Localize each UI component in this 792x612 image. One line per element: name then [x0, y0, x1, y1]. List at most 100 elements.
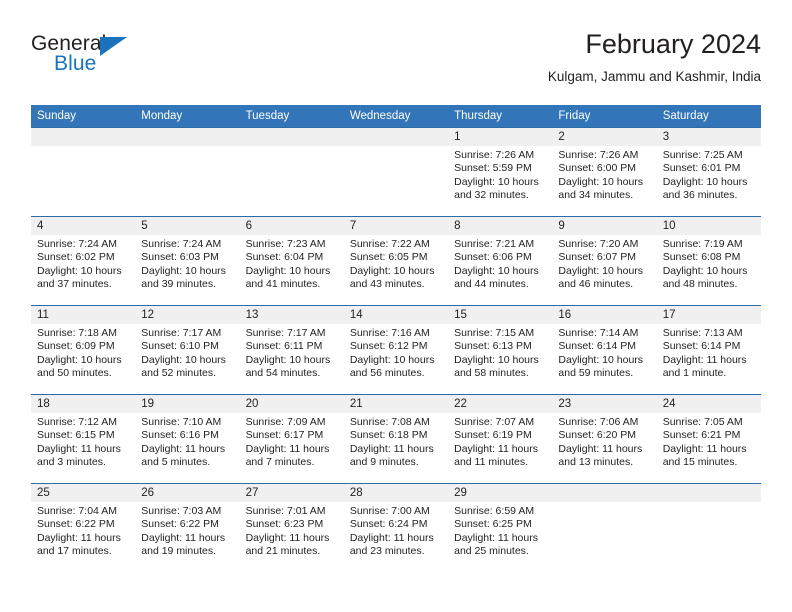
calendar-day-cell[interactable]: 16 Sunrise: 7:14 AM Sunset: 6:14 PM Dayligh…: [552, 305, 657, 395]
day-info-line: and 37 minutes.: [37, 278, 112, 291]
calendar-empty-cell: [31, 127, 136, 217]
day-info-line: Sunrise: 7:22 AM: [349, 238, 430, 250]
calendar-day-cell[interactable]: 25 Sunrise: 7:04 AM Sunset: 6:22 PM Dayligh…: [31, 483, 136, 572]
calendar-day-cell[interactable]: 15 Sunrise: 7:15 AM Sunset: 6:13 PM Dayligh…: [448, 305, 553, 395]
calendar-day-cell[interactable]: 12 Sunrise: 7:17 AM Sunset: 6:10 PM Dayligh…: [135, 305, 240, 395]
day-info-line: and 50 minutes.: [37, 367, 112, 380]
calendar-day-cell[interactable]: 22 Sunrise: 7:07 AM Sunset: 6:19 PM Dayligh…: [448, 394, 553, 484]
day-cell-inner: 19 Sunrise: 7:10 AM Sunset: 6:16 PM Dayligh…: [135, 395, 240, 483]
day-cell-inner: 21 Sunrise: 7:08 AM Sunset: 6:18 PM Dayligh…: [343, 395, 449, 483]
day-sun-info: Sunrise: 7:01 AM Sunset: 6:23 PM Daylight:…: [240, 502, 344, 559]
day-info-line: Sunset: 6:19 PM: [454, 429, 532, 442]
weekday-header-friday: Friday: [552, 105, 657, 128]
calendar-day-cell[interactable]: 11 Sunrise: 7:18 AM Sunset: 6:09 PM Dayligh…: [31, 305, 136, 395]
calendar-week-row: 4 Sunrise: 7:24 AM Sunset: 6:02 PM Daylight…: [31, 216, 761, 306]
day-cell-inner: [656, 484, 761, 572]
day-info-line: Sunrise: 7:26 AM: [454, 149, 535, 161]
day-info-line: Daylight: 10 hours: [37, 353, 122, 366]
day-info-line: Sunset: 6:11 PM: [245, 340, 323, 353]
day-number: 20: [239, 395, 344, 413]
day-info-line: Sunset: 6:21 PM: [662, 429, 741, 442]
day-sun-info: Sunrise: 7:26 AM Sunset: 6:00 PM Daylight:…: [552, 146, 656, 203]
day-info-line: Sunrise: 7:17 AM: [141, 327, 222, 339]
calendar-day-cell[interactable]: 24 Sunrise: 7:05 AM Sunset: 6:21 PM Dayligh…: [656, 394, 761, 484]
day-info-line: Sunset: 6:22 PM: [141, 518, 219, 531]
calendar-day-cell[interactable]: 17 Sunrise: 7:13 AM Sunset: 6:14 PM Dayligh…: [656, 305, 761, 395]
day-number: 10: [656, 217, 761, 235]
day-info-line: Sunset: 6:10 PM: [141, 340, 219, 353]
day-info-line: and 13 minutes.: [558, 456, 634, 469]
day-info-line: Daylight: 10 hours: [141, 353, 226, 366]
day-number: 4: [31, 217, 136, 235]
day-number: 16: [552, 306, 657, 324]
weekday-header-wednesday: Wednesday: [343, 105, 449, 128]
day-number: 29: [448, 484, 553, 502]
day-info-line: Sunset: 6:13 PM: [454, 340, 532, 353]
day-number: 6: [239, 217, 344, 235]
calendar-day-cell[interactable]: 28 Sunrise: 7:00 AM Sunset: 6:24 PM Dayligh…: [343, 483, 449, 572]
day-cell-inner: 13 Sunrise: 7:17 AM Sunset: 6:11 PM Dayligh…: [239, 306, 344, 394]
day-sun-info: Sunrise: 7:12 AM Sunset: 6:15 PM Daylight:…: [31, 413, 135, 470]
day-info-line: Sunrise: 6:59 AM: [454, 505, 535, 517]
day-cell-inner: 29 Sunrise: 6:59 AM Sunset: 6:25 PM Dayligh…: [448, 484, 553, 572]
day-sun-info: Sunrise: 7:05 AM Sunset: 6:21 PM Daylight:…: [657, 413, 761, 470]
calendar-day-cell[interactable]: 23 Sunrise: 7:06 AM Sunset: 6:20 PM Dayligh…: [552, 394, 657, 484]
day-cell-inner: 25 Sunrise: 7:04 AM Sunset: 6:22 PM Dayligh…: [31, 484, 136, 572]
calendar-day-cell[interactable]: 21 Sunrise: 7:08 AM Sunset: 6:18 PM Dayligh…: [343, 394, 449, 484]
day-sun-info: Sunrise: 7:24 AM Sunset: 6:03 PM Daylight:…: [135, 235, 239, 292]
calendar-day-cell[interactable]: 10 Sunrise: 7:19 AM Sunset: 6:08 PM Dayligh…: [656, 216, 761, 306]
weekday-header-tuesday: Tuesday: [239, 105, 344, 128]
page-header: General Blue February 2024 Kulgam, Jammu…: [31, 28, 761, 100]
day-sun-info: Sunrise: 7:14 AM Sunset: 6:14 PM Daylight:…: [552, 324, 656, 381]
calendar-table: Sunday Monday Tuesday Wednesday Thursday Frid…: [31, 105, 761, 572]
day-cell-inner: 6 Sunrise: 7:23 AM Sunset: 6:04 PM Daylight…: [239, 217, 344, 305]
calendar-day-cell[interactable]: 20 Sunrise: 7:09 AM Sunset: 6:17 PM Dayligh…: [239, 394, 344, 484]
day-cell-inner: 9 Sunrise: 7:20 AM Sunset: 6:07 PM Daylight…: [552, 217, 657, 305]
day-info-line: Daylight: 10 hours: [454, 175, 539, 188]
calendar-day-cell[interactable]: 18 Sunrise: 7:12 AM Sunset: 6:15 PM Dayligh…: [31, 394, 136, 484]
day-info-line: Sunset: 6:14 PM: [662, 340, 741, 353]
day-info-line: Daylight: 11 hours: [662, 353, 747, 366]
day-info-line: Sunrise: 7:24 AM: [37, 238, 117, 250]
day-info-line: and 32 minutes.: [454, 189, 529, 202]
day-info-line: and 44 minutes.: [454, 278, 529, 291]
day-number: [552, 484, 657, 502]
calendar-day-cell[interactable]: 14 Sunrise: 7:16 AM Sunset: 6:12 PM Dayligh…: [343, 305, 449, 395]
day-sun-info: Sunrise: 7:18 AM Sunset: 6:09 PM Daylight:…: [31, 324, 135, 381]
calendar-day-cell[interactable]: 4 Sunrise: 7:24 AM Sunset: 6:02 PM Daylight…: [31, 216, 136, 306]
day-info-line: Sunset: 6:15 PM: [37, 429, 115, 442]
day-info-line: Sunrise: 7:26 AM: [558, 149, 639, 161]
title-block: February 2024 Kulgam, Jammu and Kashmir,…: [548, 28, 761, 87]
calendar-day-cell[interactable]: 3 Sunrise: 7:25 AM Sunset: 6:01 PM Daylight…: [656, 127, 761, 217]
calendar-day-cell[interactable]: 19 Sunrise: 7:10 AM Sunset: 6:16 PM Dayligh…: [135, 394, 240, 484]
day-info-line: Sunset: 6:22 PM: [37, 518, 115, 531]
calendar-day-cell[interactable]: 9 Sunrise: 7:20 AM Sunset: 6:07 PM Daylight…: [552, 216, 657, 306]
calendar-day-cell[interactable]: 2 Sunrise: 7:26 AM Sunset: 6:00 PM Daylight…: [552, 127, 657, 217]
day-cell-inner: [31, 128, 136, 216]
triangle-icon: [100, 37, 127, 56]
day-info-line: Daylight: 10 hours: [454, 353, 539, 366]
day-info-line: and 54 minutes.: [245, 367, 321, 380]
calendar-day-cell[interactable]: 5 Sunrise: 7:24 AM Sunset: 6:03 PM Daylight…: [135, 216, 240, 306]
calendar-day-cell[interactable]: 29 Sunrise: 6:59 AM Sunset: 6:25 PM Dayligh…: [448, 483, 553, 572]
calendar-day-cell[interactable]: 7 Sunrise: 7:22 AM Sunset: 6:05 PM Daylight…: [343, 216, 449, 306]
day-info-line: Sunrise: 7:18 AM: [37, 327, 117, 339]
calendar-day-cell[interactable]: 1 Sunrise: 7:26 AM Sunset: 5:59 PM Daylight…: [448, 127, 553, 217]
calendar-day-cell[interactable]: 27 Sunrise: 7:01 AM Sunset: 6:23 PM Dayligh…: [239, 483, 344, 572]
day-number: 22: [448, 395, 553, 413]
day-number: 13: [239, 306, 344, 324]
calendar-day-cell[interactable]: 13 Sunrise: 7:17 AM Sunset: 6:11 PM Dayligh…: [239, 305, 344, 395]
day-info-line: Sunrise: 7:04 AM: [37, 505, 117, 517]
day-info-line: Sunset: 6:20 PM: [558, 429, 637, 442]
day-info-line: Sunset: 6:07 PM: [558, 251, 637, 264]
day-info-line: Sunset: 6:16 PM: [141, 429, 219, 442]
day-number: 14: [343, 306, 449, 324]
calendar-day-cell[interactable]: 26 Sunrise: 7:03 AM Sunset: 6:22 PM Dayligh…: [135, 483, 240, 572]
calendar-day-cell[interactable]: 6 Sunrise: 7:23 AM Sunset: 6:04 PM Daylight…: [239, 216, 344, 306]
day-info-line: Sunrise: 7:15 AM: [454, 327, 535, 339]
day-info-line: Sunset: 6:06 PM: [454, 251, 532, 264]
day-info-line: Sunrise: 7:12 AM: [37, 416, 117, 428]
general-blue-logo[interactable]: General Blue: [31, 32, 161, 84]
day-info-line: Daylight: 10 hours: [558, 264, 644, 277]
calendar-day-cell[interactable]: 8 Sunrise: 7:21 AM Sunset: 6:06 PM Daylight…: [448, 216, 553, 306]
